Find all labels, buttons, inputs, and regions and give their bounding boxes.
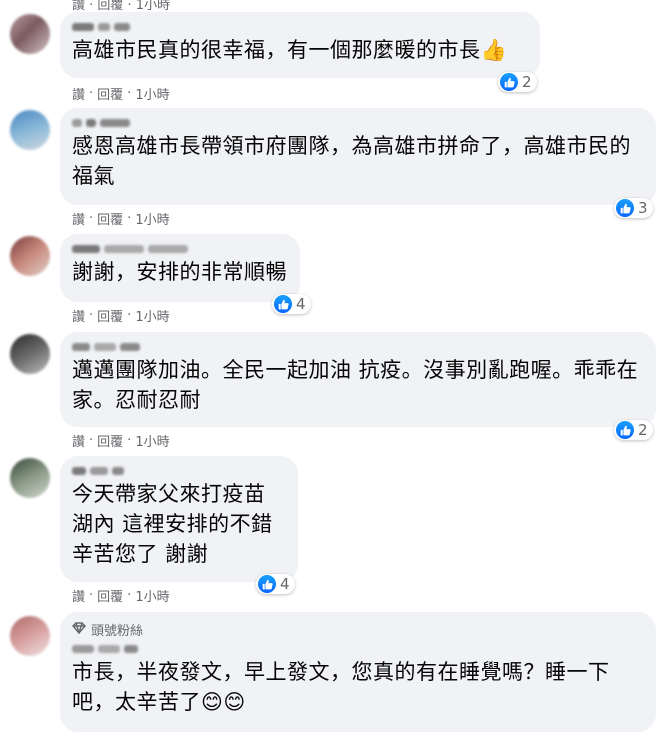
separator: ·: [89, 308, 94, 323]
like-link[interactable]: 讚: [72, 306, 85, 325]
comment-text: 今天帶家父來打疫苗 湖內 這裡安排的不錯 辛苦您了 謝謝: [72, 482, 273, 566]
thumbs-up-icon: [500, 73, 518, 91]
badge-label: 頭號粉絲: [91, 624, 144, 639]
avatar[interactable]: [10, 14, 50, 54]
author-name[interactable]: [72, 19, 528, 35]
comment-bubble: 頭號粉絲 市長，半夜發文，早上發文，您真的有在睡覺嗎？睡一下吧，太辛苦了😊😊: [60, 612, 656, 732]
comment-actions: 讚 · 回覆 · 1小時: [72, 306, 170, 325]
comment-bubble: 感恩高雄市長帶領市府團隊，為高雄市拼命了，高雄市民的福氣: [60, 108, 656, 205]
author-name[interactable]: [72, 463, 286, 479]
separator: ·: [127, 433, 132, 448]
comment-text: 感恩高雄市長帶領市府團隊，為高雄市拼命了，高雄市民的福氣: [72, 134, 631, 188]
diamond-icon: [72, 621, 86, 638]
separator: ·: [127, 588, 132, 603]
reply-link[interactable]: 回覆: [97, 586, 123, 605]
reaction-count[interactable]: 3: [614, 198, 653, 218]
timestamp[interactable]: 1小時: [135, 431, 169, 450]
author-name[interactable]: [72, 339, 644, 355]
like-link[interactable]: 讚: [72, 209, 85, 228]
reaction-count[interactable]: 2: [498, 72, 537, 92]
comment-actions: 讚 · 回覆 · 1小時: [72, 84, 170, 103]
comment-text: 高雄市民真的很幸福，有一個那麼暖的市長👍: [72, 38, 508, 62]
like-link[interactable]: 讚: [72, 586, 85, 605]
reply-link[interactable]: 回覆: [97, 431, 123, 450]
comment-text: 市長，半夜發文，早上發文，您真的有在睡覺嗎？睡一下吧，太辛苦了😊😊: [72, 660, 610, 714]
reaction-count[interactable]: 4: [272, 294, 311, 314]
reply-link[interactable]: 回覆: [97, 306, 123, 325]
comment-actions: 讚 · 回覆 · 1小時: [72, 431, 170, 450]
timestamp[interactable]: 1小時: [135, 84, 169, 103]
avatar[interactable]: [10, 110, 50, 150]
separator: ·: [89, 433, 94, 448]
thumbs-up-icon: [258, 575, 276, 593]
reaction-number: 4: [280, 575, 290, 593]
author-name[interactable]: [72, 241, 288, 257]
reply-link[interactable]: 回覆: [97, 84, 123, 103]
reaction-number: 3: [638, 199, 648, 217]
separator: ·: [127, 211, 132, 226]
thumbs-up-icon: [274, 295, 292, 313]
timestamp[interactable]: 1小時: [135, 586, 169, 605]
reply-link[interactable]: 回覆: [97, 209, 123, 228]
thumbs-up-icon: [616, 199, 634, 217]
comment-text: 謝謝，安排的非常順暢: [72, 260, 287, 284]
separator: ·: [89, 588, 94, 603]
comment-actions: 讚 · 回覆 · 1小時: [72, 209, 170, 228]
comment-actions: 讚 · 回覆 · 1小時: [72, 586, 170, 605]
comment-bubble: 今天帶家父來打疫苗 湖內 這裡安排的不錯 辛苦您了 謝謝: [60, 456, 298, 582]
comment-text: 邁邁團隊加油。全民一起加油 抗疫。沒事別亂跑喔。乖乖在家。忍耐忍耐: [72, 358, 639, 412]
avatar[interactable]: [10, 334, 50, 374]
separator: ·: [89, 86, 94, 101]
separator: ·: [127, 86, 132, 101]
avatar[interactable]: [10, 458, 50, 498]
comment-bubble: 謝謝，安排的非常順暢: [60, 234, 300, 302]
comment-bubble: 邁邁團隊加油。全民一起加油 抗疫。沒事別亂跑喔。乖乖在家。忍耐忍耐: [60, 332, 656, 427]
reaction-count[interactable]: 4: [256, 574, 295, 594]
timestamp[interactable]: 1小時: [135, 209, 169, 228]
top-fan-badge[interactable]: 頭號粉絲: [72, 620, 644, 639]
reaction-number: 4: [296, 295, 306, 313]
reaction-number: 2: [638, 421, 648, 439]
author-name[interactable]: [72, 641, 644, 657]
author-name[interactable]: [72, 115, 644, 131]
reaction-number: 2: [522, 73, 532, 91]
avatar[interactable]: [10, 236, 50, 276]
like-link[interactable]: 讚: [72, 84, 85, 103]
comment-bubble: 高雄市民真的很幸福，有一個那麼暖的市長👍: [60, 12, 540, 78]
reaction-count[interactable]: 2: [614, 420, 653, 440]
separator: ·: [127, 308, 132, 323]
separator: ·: [89, 211, 94, 226]
like-link[interactable]: 讚: [72, 431, 85, 450]
thumbs-up-icon: [616, 421, 634, 439]
timestamp[interactable]: 1小時: [135, 306, 169, 325]
avatar[interactable]: [10, 616, 50, 656]
